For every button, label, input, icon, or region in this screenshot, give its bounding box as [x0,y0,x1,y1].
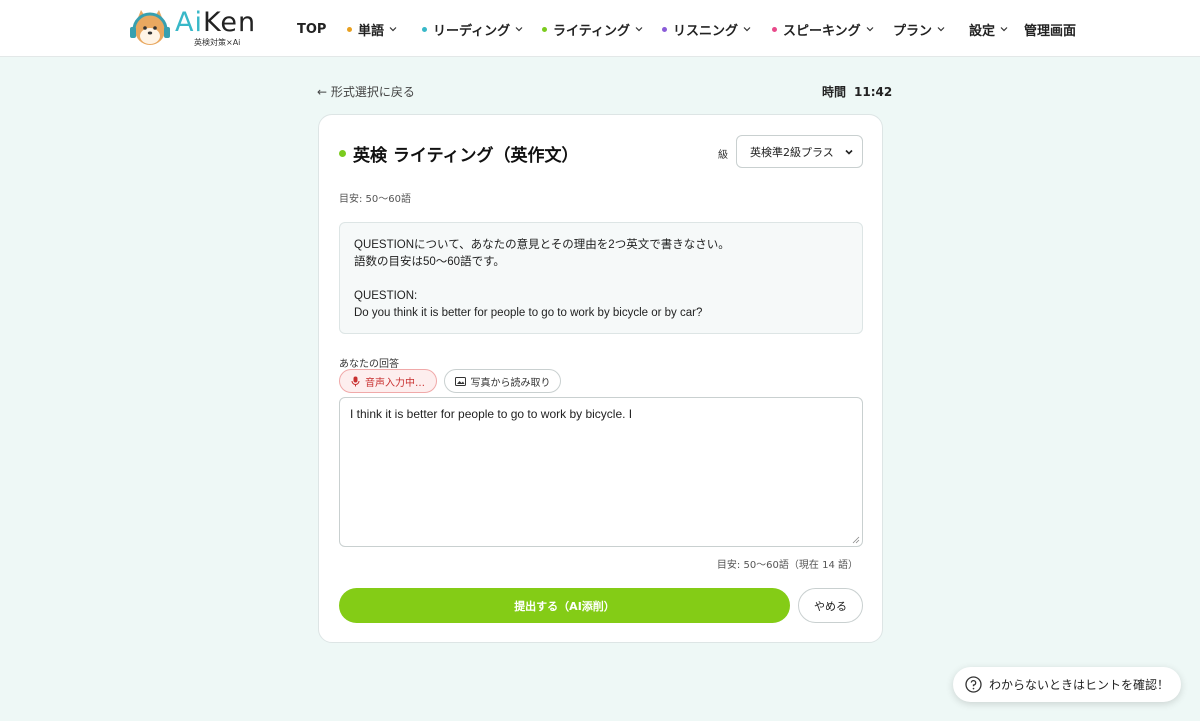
instruction-line: QUESTIONについて、あなたの意見とその理由を2つ英文で書きなさい。 [354,239,730,251]
chevron-down-icon [389,27,397,32]
grade-selected-value: 英検準2級プラス [750,145,834,159]
voice-input-button[interactable]: 音声入力中… [339,369,437,393]
writing-dot-icon [542,26,547,32]
question-label: QUESTION: [354,290,418,302]
instruction-line: 語数の目安は50〜60語です。 [354,256,505,268]
hint-button[interactable]: わからないときはヒントを確認！ [953,667,1181,702]
page-title: 英検 ライティング（英作文） [339,141,579,166]
nav-reading[interactable]: リーディング [422,20,524,39]
timer: 時間 11:42 [822,83,892,100]
photo-read-button[interactable]: 写真から読み取り [444,369,561,393]
submit-button[interactable]: 提出する（AI添削） [339,588,790,623]
nav-writing[interactable]: ライティング [542,20,644,39]
question-text: Do you think it is better for people to … [354,307,703,319]
image-icon [454,376,466,386]
nav-speaking[interactable]: スピーキング [772,20,875,39]
back-to-format-link[interactable]: ← 形式選択に戻る [317,83,415,100]
speaking-dot-icon [772,26,777,32]
site-header: AiKen 英検対策×Ai TOP 単語 リーディング ライティング リスニング… [0,0,1200,57]
timer-label: 時間 [822,85,847,99]
grade-label: 級 [718,150,728,161]
chevron-down-icon [1000,27,1008,32]
chevron-down-icon [845,149,853,155]
chevron-down-icon [743,27,751,32]
writing-card: 英検 ライティング（英作文） 級 英検準2級プラス 目安: 50〜60語 QUE… [318,114,883,643]
nav-listening[interactable]: リスニング [662,20,752,39]
chevron-down-icon [937,27,945,32]
answer-label: あなたの回答 [339,359,399,370]
nav-settings[interactable]: 設定 [969,20,1009,39]
word-count: 目安: 50〜60語（現在 14 語） [716,560,858,571]
chevron-down-icon [866,27,874,32]
quit-button[interactable]: やめる [798,588,863,623]
reading-dot-icon [422,26,427,32]
chevron-down-icon [515,27,523,32]
question-circle-icon [965,676,982,693]
nav-top[interactable]: TOP [297,20,326,38]
nav-admin[interactable]: 管理画面 [1024,20,1076,39]
resize-handle-icon[interactable] [852,536,860,544]
answer-text: I think it is better for people to go to… [350,407,633,421]
writing-dot-icon [339,150,346,157]
nav-vocabulary[interactable]: 単語 [347,20,398,39]
listening-dot-icon [662,26,667,32]
grade-select[interactable]: 英検準2級プラス [736,135,863,168]
timer-value: 11:42 [854,85,893,99]
answer-textarea[interactable]: I think it is better for people to go to… [339,397,863,547]
question-box: QUESTIONについて、あなたの意見とその理由を2つ英文で書きなさい。 語数の… [339,222,863,334]
chevron-down-icon [635,27,643,32]
word-target-hint: 目安: 50〜60語 [339,194,411,205]
vocabulary-dot-icon [347,26,352,32]
main-nav: TOP 単語 リーディング ライティング リスニング スピーキング プラン 設定… [0,0,1200,57]
microphone-icon [351,376,360,386]
nav-plan[interactable]: プラン [893,20,946,39]
